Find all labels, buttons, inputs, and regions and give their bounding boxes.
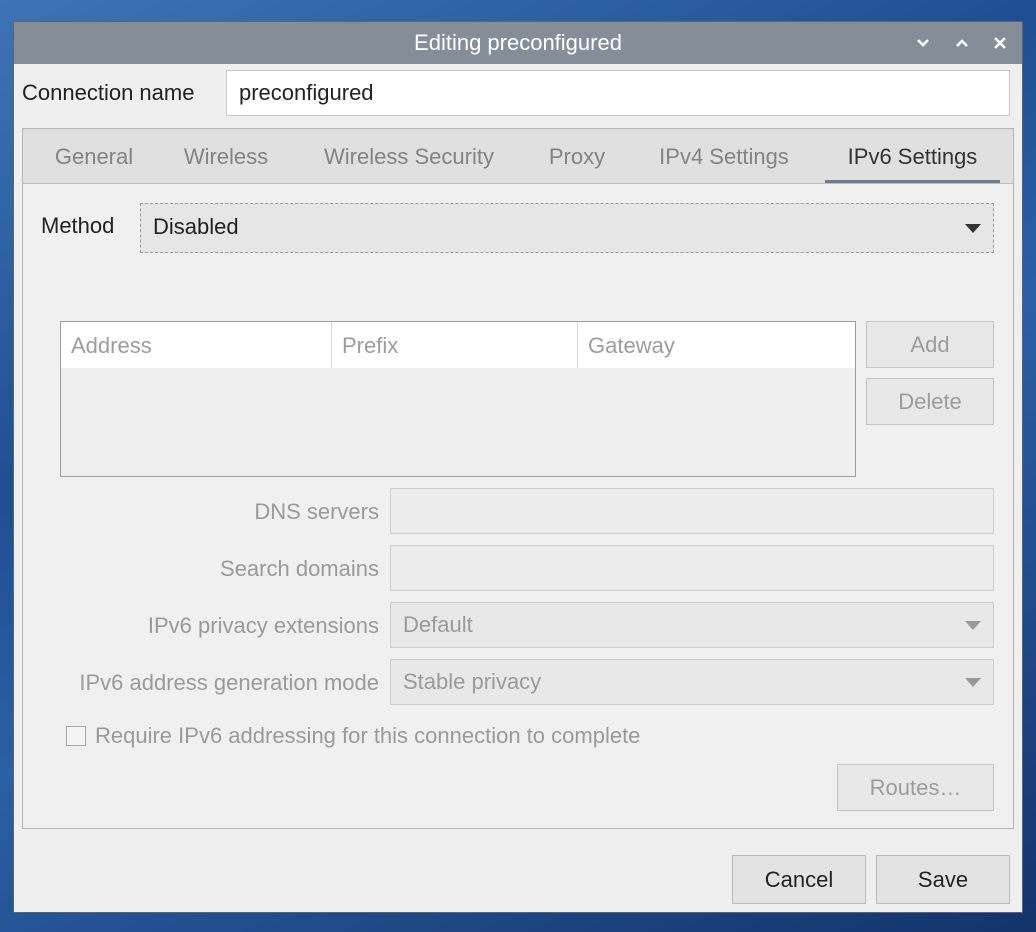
address-generation-value: Stable privacy bbox=[403, 669, 542, 694]
connection-name-row: Connection name preconfigured bbox=[14, 70, 1022, 120]
tab-ipv4-settings[interactable]: IPv4 Settings bbox=[649, 129, 799, 183]
title-bar[interactable]: Editing preconfigured bbox=[14, 22, 1022, 64]
add-button[interactable]: Add bbox=[866, 321, 994, 368]
dns-servers-label: DNS servers bbox=[254, 499, 379, 524]
address-table[interactable]: Address Prefix Gateway bbox=[60, 321, 856, 477]
close-button[interactable] bbox=[987, 30, 1013, 56]
cancel-button[interactable]: Cancel bbox=[732, 855, 866, 904]
window-title: Editing preconfigured bbox=[414, 30, 622, 55]
method-dropdown[interactable]: Disabled bbox=[140, 203, 994, 253]
caret-down-icon bbox=[965, 224, 981, 233]
address-generation-label: IPv6 address generation mode bbox=[79, 670, 379, 695]
privacy-extensions-value: Default bbox=[403, 612, 473, 637]
chevron-down-icon bbox=[917, 39, 929, 47]
method-label: Method bbox=[41, 213, 115, 238]
chevron-up-icon bbox=[956, 39, 968, 47]
caret-down-icon bbox=[965, 678, 981, 687]
tab-proxy[interactable]: Proxy bbox=[539, 129, 615, 183]
connection-name-label: Connection name bbox=[22, 80, 195, 105]
delete-button[interactable]: Delete bbox=[866, 378, 994, 425]
column-header-gateway[interactable]: Gateway bbox=[578, 322, 855, 368]
settings-notebook: General Wireless Wireless Security Proxy… bbox=[22, 128, 1014, 829]
require-ipv6-label[interactable]: Require IPv6 addressing for this connect… bbox=[95, 723, 640, 749]
address-generation-dropdown[interactable]: Stable privacy bbox=[390, 659, 994, 705]
require-ipv6-checkbox[interactable] bbox=[66, 726, 86, 746]
minimize-button[interactable] bbox=[910, 30, 936, 56]
column-header-prefix[interactable]: Prefix bbox=[332, 322, 578, 368]
address-table-header: Address Prefix Gateway bbox=[61, 322, 855, 368]
privacy-extensions-label: IPv6 privacy extensions bbox=[147, 613, 379, 638]
edit-connection-window: Editing preconfigured Connection name pr… bbox=[14, 22, 1022, 912]
search-domains-label: Search domains bbox=[220, 556, 379, 581]
close-icon bbox=[994, 37, 1006, 49]
dns-servers-input[interactable] bbox=[390, 488, 994, 534]
tab-wireless[interactable]: Wireless bbox=[173, 129, 279, 183]
privacy-extensions-dropdown[interactable]: Default bbox=[390, 602, 994, 648]
tab-wireless-security[interactable]: Wireless Security bbox=[309, 129, 509, 183]
tab-bar: General Wireless Wireless Security Proxy… bbox=[23, 129, 1013, 184]
connection-name-input[interactable]: preconfigured bbox=[226, 70, 1010, 116]
search-domains-input[interactable] bbox=[390, 545, 994, 591]
routes-button[interactable]: Routes… bbox=[837, 764, 994, 811]
tab-ipv6-settings[interactable]: IPv6 Settings bbox=[825, 129, 1000, 183]
method-value: Disabled bbox=[153, 214, 239, 239]
tab-general[interactable]: General bbox=[39, 129, 149, 183]
save-button[interactable]: Save bbox=[876, 855, 1010, 904]
maximize-button[interactable] bbox=[949, 30, 975, 56]
column-header-address[interactable]: Address bbox=[61, 322, 332, 368]
caret-down-icon bbox=[965, 621, 981, 630]
